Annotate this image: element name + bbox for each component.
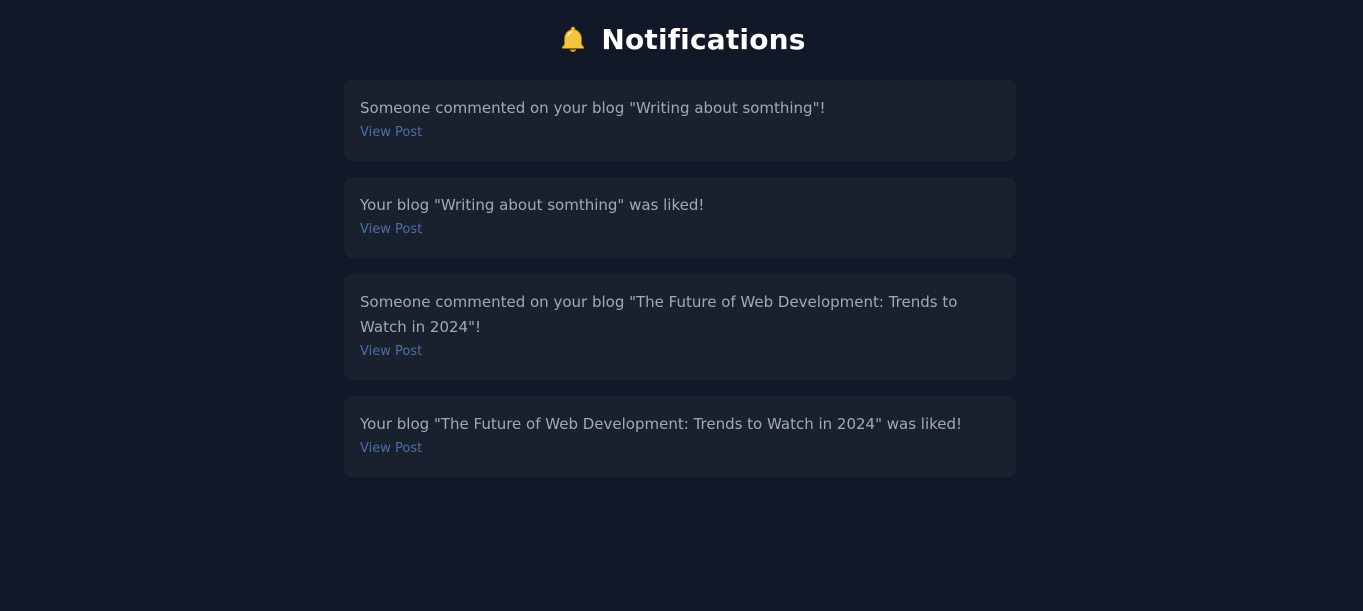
view-post-link[interactable]: View Post	[360, 218, 422, 242]
notification-item: Someone commented on your blog "Writing …	[344, 80, 1016, 161]
page-header: Notifications	[0, 0, 1363, 80]
page-title: Notifications	[601, 22, 806, 56]
notifications-page: Notifications Someone commented on your …	[0, 0, 1363, 611]
notification-item: Your blog "Writing about somthing" was l…	[344, 177, 1016, 258]
notification-message: Someone commented on your blog "Writing …	[360, 99, 826, 117]
view-post-link[interactable]: View Post	[360, 437, 422, 461]
notification-item: Your blog "The Future of Web Development…	[344, 396, 1016, 477]
notification-message: Your blog "Writing about somthing" was l…	[360, 196, 705, 214]
notification-message: Your blog "The Future of Web Development…	[360, 415, 963, 433]
view-post-link[interactable]: View Post	[360, 340, 422, 364]
notification-item: Someone commented on your blog "The Futu…	[344, 274, 1016, 380]
notification-message: Someone commented on your blog "The Futu…	[360, 293, 958, 336]
bell-icon	[557, 23, 589, 55]
notification-list: Someone commented on your blog "Writing …	[344, 80, 1016, 493]
view-post-link[interactable]: View Post	[360, 121, 422, 145]
